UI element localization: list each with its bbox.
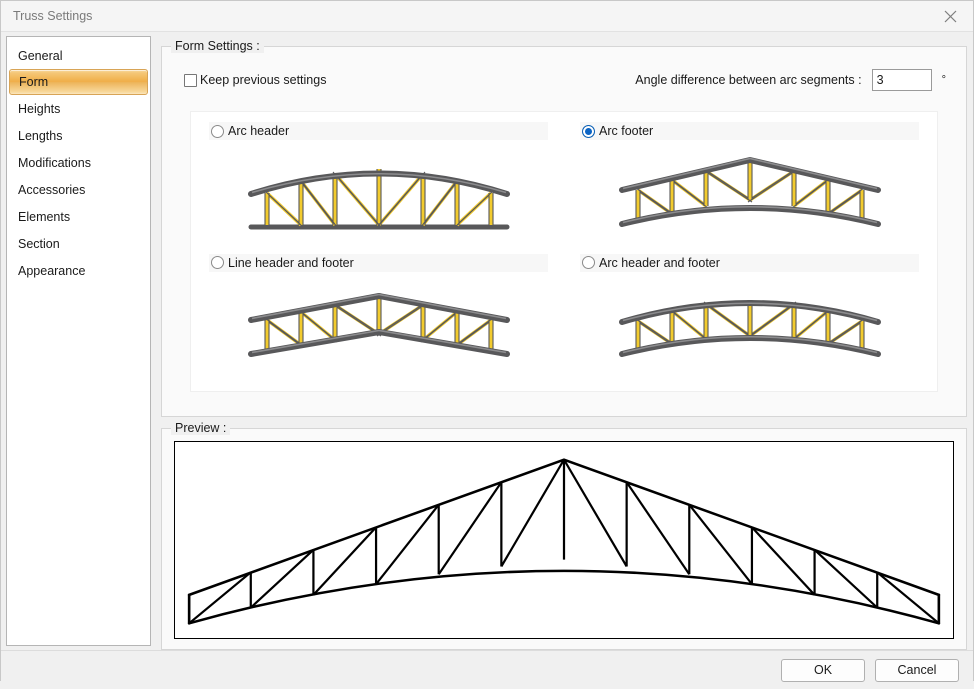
option-arc-footer[interactable]: Arc footer — [580, 122, 919, 254]
close-icon[interactable] — [927, 1, 973, 31]
keep-previous-settings-checkbox[interactable]: Keep previous settings — [184, 73, 326, 87]
sidebar-item-label: Accessories — [18, 183, 85, 197]
settings-sidebar: General Form Heights Lengths Modificatio… — [6, 36, 151, 646]
preview-group: Preview : — [161, 428, 967, 650]
radio-arc-header[interactable] — [211, 125, 224, 138]
option-line-header-and-footer-label: Line header and footer — [228, 256, 354, 270]
preview-canvas — [174, 441, 954, 639]
sidebar-item-form[interactable]: Form — [9, 69, 148, 95]
sidebar-item-label: Section — [18, 237, 60, 251]
title-bar: Truss Settings — [1, 1, 973, 32]
sidebar-item-label: Modifications — [18, 156, 91, 170]
sidebar-item-modifications[interactable]: Modifications — [7, 149, 150, 176]
radio-line-header-and-footer[interactable] — [211, 256, 224, 269]
angle-difference-input[interactable] — [872, 69, 932, 91]
angle-difference-field-group: Angle difference between arc segments : … — [635, 69, 946, 91]
window-title: Truss Settings — [13, 9, 92, 23]
truss-thumbnail-arc-header-footer — [580, 272, 919, 386]
dialog-footer: OK Cancel — [1, 650, 973, 689]
form-settings-group: Form Settings : Keep previous settings A… — [161, 46, 967, 417]
option-arc-footer-label: Arc footer — [599, 124, 653, 138]
radio-arc-header-and-footer[interactable] — [582, 256, 595, 269]
truss-thumbnail-arc-header — [209, 140, 548, 254]
option-arc-header-and-footer[interactable]: Arc header and footer — [580, 254, 919, 386]
sidebar-item-lengths[interactable]: Lengths — [7, 122, 150, 149]
sidebar-item-elements[interactable]: Elements — [7, 203, 150, 230]
keep-previous-settings-label: Keep previous settings — [200, 73, 326, 87]
sidebar-item-label: General — [18, 49, 62, 63]
truss-thumbnail-line-header-footer — [209, 272, 548, 386]
sidebar-item-label: Appearance — [18, 264, 85, 278]
option-arc-header[interactable]: Arc header — [209, 122, 548, 254]
cancel-button[interactable]: Cancel — [875, 659, 959, 682]
radio-arc-footer[interactable] — [582, 125, 595, 138]
form-settings-group-label: Form Settings : — [171, 39, 264, 53]
option-line-header-and-footer[interactable]: Line header and footer — [209, 254, 548, 386]
sidebar-item-general[interactable]: General — [7, 42, 150, 69]
truss-form-options-card: Arc header — [190, 111, 938, 392]
sidebar-item-accessories[interactable]: Accessories — [7, 176, 150, 203]
form-settings-top-row: Keep previous settings Angle difference … — [162, 47, 966, 99]
checkbox-box[interactable] — [184, 74, 197, 87]
sidebar-item-heights[interactable]: Heights — [7, 95, 150, 122]
preview-truss-drawing — [175, 442, 953, 638]
option-arc-header-label: Arc header — [228, 124, 289, 138]
sidebar-item-section[interactable]: Section — [7, 230, 150, 257]
truss-settings-dialog: Truss Settings General Form Heights Leng… — [0, 0, 974, 681]
sidebar-item-label: Elements — [18, 210, 70, 224]
option-arc-header-and-footer-label: Arc header and footer — [599, 256, 720, 270]
sidebar-item-appearance[interactable]: Appearance — [7, 257, 150, 284]
sidebar-item-label: Form — [19, 75, 48, 89]
preview-group-label: Preview : — [171, 421, 230, 435]
degree-unit-label: ° — [942, 74, 946, 86]
settings-content: Form Settings : Keep previous settings A… — [151, 32, 973, 650]
truss-thumbnail-arc-footer — [580, 140, 919, 254]
angle-difference-label: Angle difference between arc segments : — [635, 73, 861, 87]
ok-button[interactable]: OK — [781, 659, 865, 682]
sidebar-item-label: Heights — [18, 102, 60, 116]
dialog-body: General Form Heights Lengths Modificatio… — [1, 32, 973, 650]
sidebar-item-label: Lengths — [18, 129, 62, 143]
